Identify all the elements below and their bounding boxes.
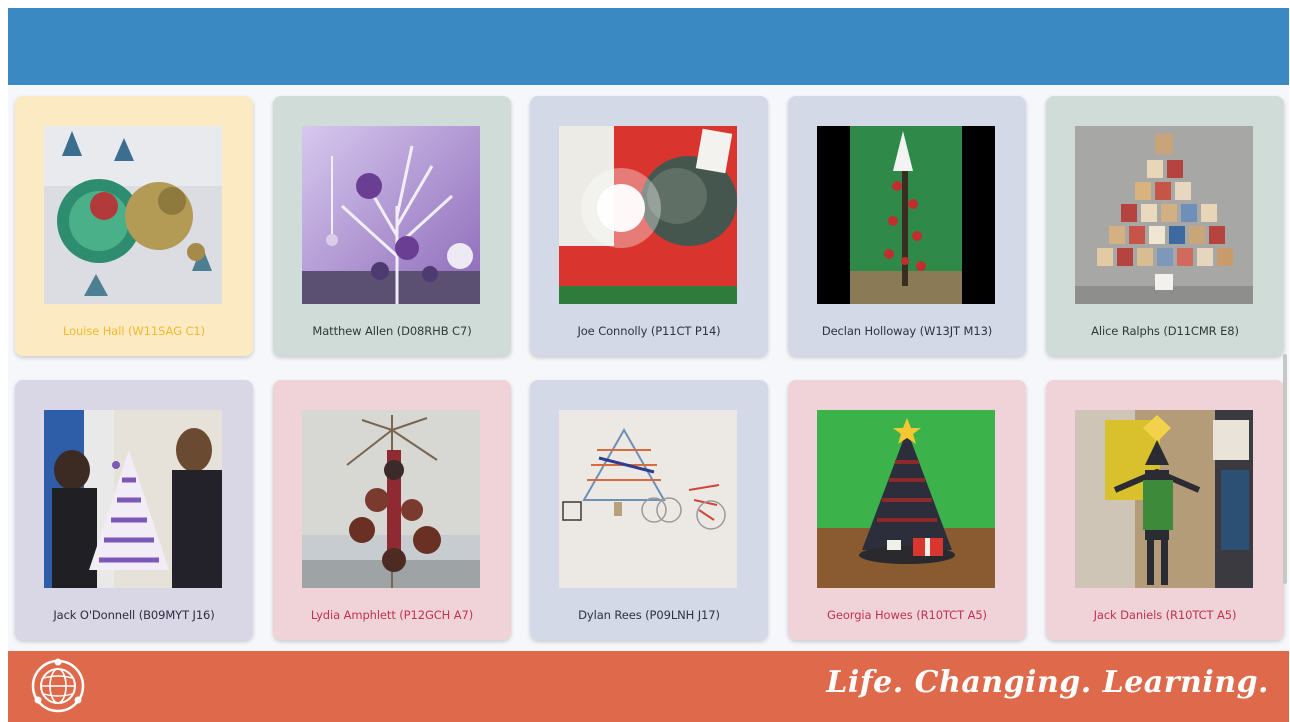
card-photo: [302, 410, 480, 588]
gallery-card[interactable]: Matthew Allen (D08RHB C7): [273, 96, 511, 356]
card-photo: [559, 410, 737, 588]
card-photo: [302, 126, 480, 304]
card-caption: Louise Hall (W11SAG C1): [63, 324, 205, 338]
card-photo: [817, 410, 995, 588]
footer-bar: Life. Changing. Learning.: [8, 651, 1289, 722]
card-photo: [1075, 126, 1253, 304]
card-caption: Jack O'Donnell (B09MYT J16): [53, 608, 215, 622]
card-photo: [559, 126, 737, 304]
gallery-card[interactable]: Lydia Amphlett (P12GCH A7): [273, 380, 511, 640]
card-caption: Joe Connolly (P11CT P14): [577, 324, 721, 338]
card-caption: Declan Holloway (W13JT M13): [821, 324, 993, 338]
card-photo: [1075, 410, 1253, 588]
card-caption: Alice Ralphs (D11CMR E8): [1091, 324, 1239, 338]
card-caption: Dylan Rees (P09LNH J17): [578, 608, 720, 622]
scrollbar-thumb[interactable]: [1283, 354, 1287, 584]
card-caption: Lydia Amphlett (P12GCH A7): [310, 608, 474, 622]
gallery-card[interactable]: Jack O'Donnell (B09MYT J16): [15, 380, 253, 640]
card-photo: [44, 410, 222, 588]
header-bar: [8, 8, 1289, 85]
gallery-card[interactable]: Georgia Howes (R10TCT A5): [788, 380, 1026, 640]
gallery-card[interactable]: Dylan Rees (P09LNH J17): [530, 380, 768, 640]
gallery-card[interactable]: Louise Hall (W11SAG C1): [15, 96, 253, 356]
card-caption: Jack Daniels (R10TCT A5): [1093, 608, 1237, 622]
gallery-card[interactable]: Jack Daniels (R10TCT A5): [1046, 380, 1284, 640]
gallery-card[interactable]: Declan Holloway (W13JT M13): [788, 96, 1026, 356]
card-photo: [817, 126, 995, 304]
gallery-card[interactable]: Joe Connolly (P11CT P14): [530, 96, 768, 356]
gallery-card[interactable]: Alice Ralphs (D11CMR E8): [1046, 96, 1284, 356]
card-photo: [44, 126, 222, 304]
card-caption: Matthew Allen (D08RHB C7): [312, 324, 472, 338]
footer-tagline: Life. Changing. Learning.: [826, 665, 1269, 700]
globe-logo-icon: [30, 658, 86, 714]
scrollbar[interactable]: [1283, 92, 1288, 646]
card-caption: Georgia Howes (R10TCT A5): [827, 608, 987, 622]
